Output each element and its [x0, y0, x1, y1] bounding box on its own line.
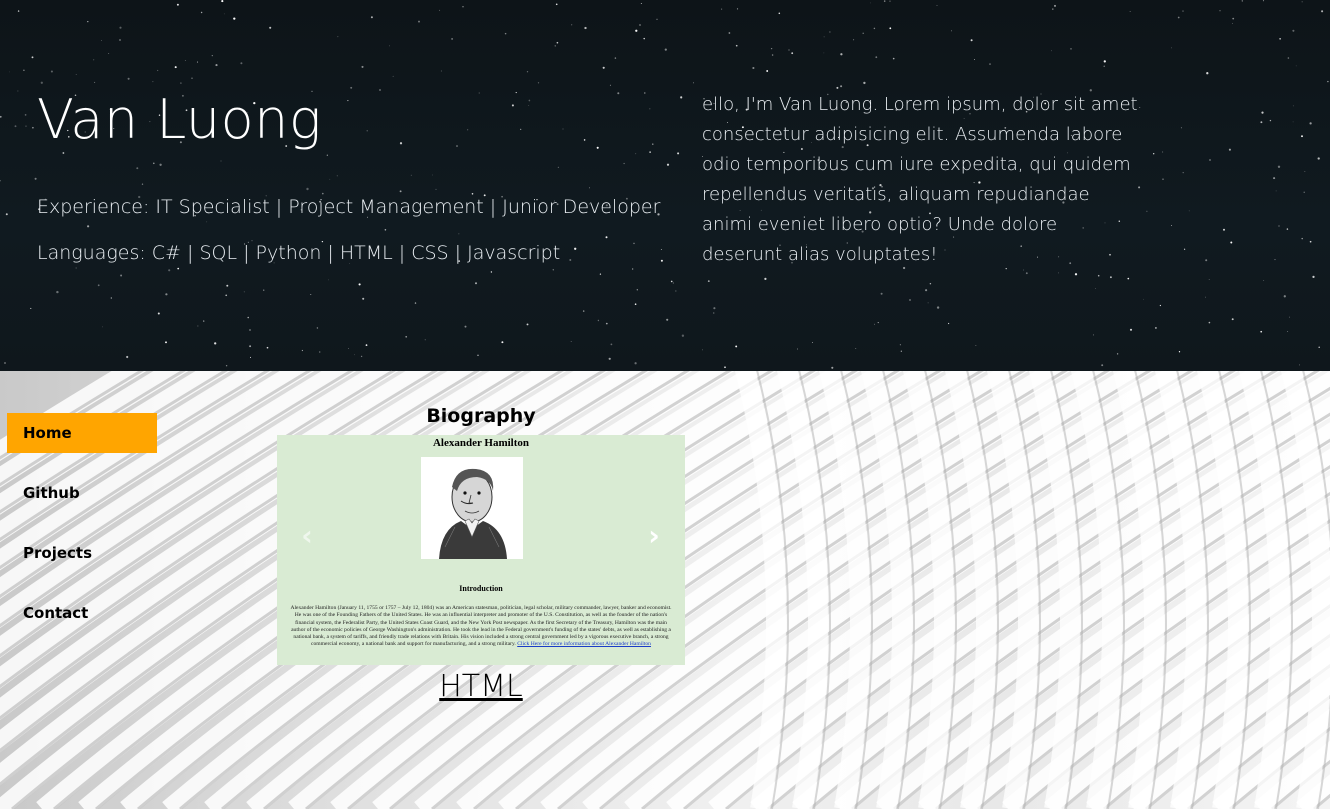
nav-item-projects[interactable]: Projects	[7, 533, 157, 573]
content-section: Home Github Projects Contact Biography A…	[0, 371, 1330, 809]
slide-body: Alexander Hamilton (January 11, 1755 or …	[289, 605, 673, 649]
intro-paragraph: ello, I'm Van Luong. Lorem ipsum, dolor …	[702, 94, 1138, 265]
portrait-image	[421, 457, 523, 559]
sidebar-nav: Home Github Projects Contact	[7, 413, 157, 653]
slide-heading: Alexander Hamilton	[432, 437, 530, 449]
carousel-prev-icon[interactable]: ‹	[295, 521, 319, 551]
slide-subheading: Introduction	[459, 584, 503, 593]
nav-item-home[interactable]: Home	[7, 413, 157, 453]
carousel-next-icon[interactable]: ›	[642, 521, 666, 551]
biography-carousel: Alexander Hamilton ‹ › Introduction Alex…	[277, 435, 685, 665]
html-link[interactable]: HTML	[277, 669, 685, 704]
experience-text: Experience: IT Specialist | Project Mana…	[37, 196, 661, 218]
more-info-link[interactable]: Click Here for more information about Al…	[517, 641, 651, 647]
portrait-illustration	[421, 457, 523, 559]
nav-item-github[interactable]: Github	[7, 473, 157, 513]
nav-item-contact[interactable]: Contact	[7, 593, 157, 633]
page-title: Van Luong	[37, 88, 322, 151]
hero-header: Van Luong Experience: IT Specialist | Pr…	[0, 0, 1330, 371]
biography-title: Biography	[426, 405, 536, 427]
languages-text: Languages: C# | SQL | Python | HTML | CS…	[37, 242, 561, 264]
